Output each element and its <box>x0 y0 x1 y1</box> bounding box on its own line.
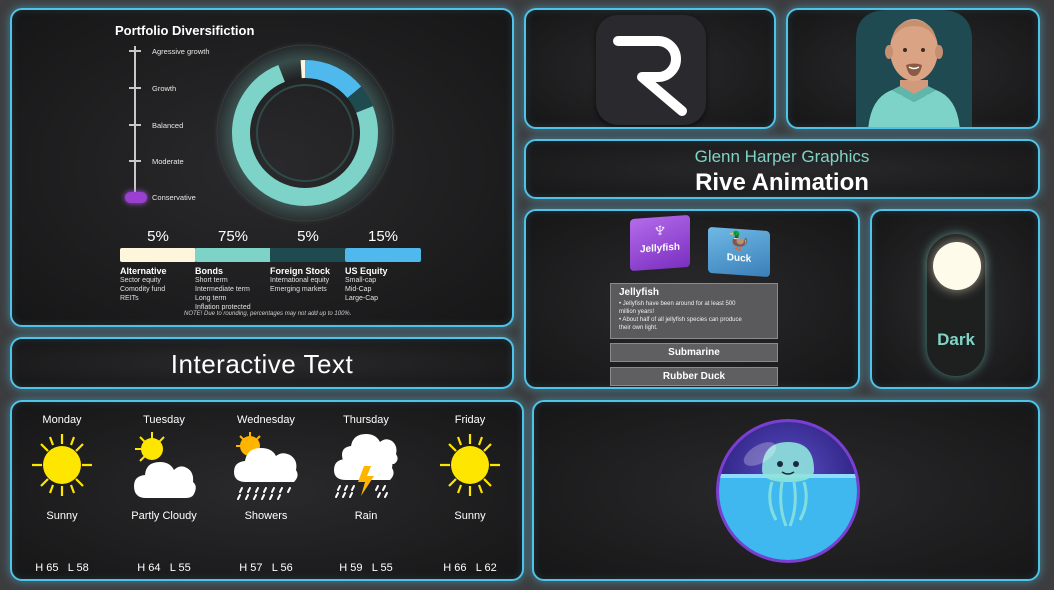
jellyfish-bubble-panel <box>532 400 1040 581</box>
level-label-balanced[interactable]: Balanced <box>152 121 183 130</box>
day-low: L 62 <box>475 562 497 574</box>
slider-tick <box>129 160 141 162</box>
alloc-percent: 5% <box>147 228 169 245</box>
alloc-item: Long term <box>195 295 227 302</box>
day-high-low: H 59 L 55 <box>318 562 414 574</box>
alloc-percent: 15% <box>367 228 399 245</box>
alloc-item: Emerging markets <box>270 286 327 293</box>
info-fact: • Jellyfish have been around for at leas… <box>619 301 736 307</box>
jellyfish-info-panel: ♆ Jellyfish 🦆 Duck Jellyfish • Jellyfish… <box>524 209 860 389</box>
avatar[interactable] <box>788 10 1040 129</box>
alloc-color-bar <box>270 248 346 262</box>
alloc-item: REITs <box>120 295 139 302</box>
day-high: H 59 <box>339 562 363 574</box>
day-low: L 55 <box>371 562 393 574</box>
interactive-text-panel: Interactive Text <box>10 337 514 389</box>
slider-tick <box>129 124 141 126</box>
info-card-title: Jellyfish <box>619 287 660 298</box>
info-fact: million years! <box>619 309 655 315</box>
partly-cloudy-icon <box>134 432 196 498</box>
toggle-knob[interactable] <box>933 242 981 290</box>
day-high-low: H 64 L 55 <box>116 562 212 574</box>
submarine-button[interactable]: Submarine <box>610 343 778 362</box>
rive-logo-icon <box>596 15 706 125</box>
day-name: Friday <box>454 414 486 426</box>
info-card: Jellyfish • Jellyfish have been around f… <box>610 283 778 339</box>
level-label-aggressive[interactable]: Agressive growth <box>152 47 210 56</box>
info-fact: their own light. <box>619 325 658 331</box>
slider-tick <box>129 50 141 52</box>
alloc-color-bar <box>195 248 271 262</box>
avatar-panel <box>786 8 1040 129</box>
level-label-moderate[interactable]: Moderate <box>152 157 184 166</box>
duck-folder[interactable]: 🦆 Duck <box>708 226 770 278</box>
sun-icon <box>32 434 92 496</box>
alloc-item: Short term <box>195 277 228 284</box>
thunder-rain-icon <box>334 434 398 498</box>
day-condition: Sunny <box>46 510 78 522</box>
day-condition: Partly Cloudy <box>131 510 197 522</box>
level-label-growth[interactable]: Growth <box>152 84 176 93</box>
day-high: H 65 <box>35 562 59 574</box>
day-low: L 55 <box>169 562 191 574</box>
alloc-item: Sector equity <box>120 277 161 284</box>
allocation-bonds: 75% Bonds Short term Intermediate term L… <box>195 228 271 312</box>
day-high: H 57 <box>239 562 263 574</box>
rounding-note: NOTE! Due to rounding, percentages may n… <box>184 311 352 317</box>
rive-logo-panel <box>524 8 776 129</box>
dark-mode-toggle[interactable]: Dark <box>926 233 986 377</box>
title-panel: Glenn Harper Graphics Rive Animation <box>524 139 1040 199</box>
day-low: L 56 <box>271 562 293 574</box>
level-label-conservative[interactable]: Conservative <box>152 193 196 202</box>
day-high-low: H 65 L 58 <box>14 562 110 574</box>
allocation-us-equity: 15% US Equity Small-cap Mid-Cap Large-Ca… <box>345 228 421 303</box>
day-name: Wednesday <box>237 414 295 426</box>
alloc-item: Intermediate term <box>195 286 250 293</box>
alloc-name: Alternative <box>120 266 167 276</box>
page-title: Rive Animation <box>695 169 869 196</box>
allocation-donut <box>210 38 400 228</box>
day-high: H 66 <box>443 562 467 574</box>
day-condition: Sunny <box>454 510 486 522</box>
alloc-item: Large-Cap <box>345 295 379 302</box>
info-fact: • About half of all jellyfish species ca… <box>619 317 742 323</box>
day-name: Tuesday <box>143 414 185 426</box>
jellyfish-bubble[interactable] <box>534 402 1040 581</box>
day-condition: Showers <box>244 510 288 522</box>
alloc-color-bar <box>120 248 196 262</box>
day-condition: Rain <box>354 510 378 522</box>
alloc-name: US Equity <box>345 266 388 276</box>
rubber-duck-button[interactable]: Rubber Duck <box>610 367 778 386</box>
sun-icon <box>440 434 500 496</box>
day-high-low: H 57 L 56 <box>218 562 314 574</box>
alloc-item: Mid-Cap <box>345 286 372 293</box>
toggle-label: Dark <box>937 330 975 349</box>
interactive-text[interactable]: Interactive Text <box>12 349 512 380</box>
alloc-name: Bonds <box>195 266 223 276</box>
day-name: Thursday <box>343 414 389 426</box>
alloc-item: International equity <box>270 277 330 284</box>
weather-forecast-panel: Monday Sunny H 65 L 58 Tuesday Partly Cl… <box>10 400 524 581</box>
day-high: H 64 <box>137 562 161 574</box>
slider-tick <box>129 87 141 89</box>
theme-toggle-panel: Dark <box>870 209 1040 389</box>
day-high-low: H 66 L 62 <box>422 562 518 574</box>
portfolio-title: Portfolio Diversifiction <box>115 23 255 38</box>
risk-slider-track[interactable] <box>134 46 136 200</box>
alloc-color-bar <box>345 248 421 262</box>
alloc-item: Comodity fund <box>120 286 166 293</box>
allocation-foreign-stock: 5% Foreign Stock International equity Em… <box>270 228 346 294</box>
alloc-item: Small-cap <box>345 277 377 284</box>
alloc-name: Foreign Stock <box>270 266 331 276</box>
day-name: Monday <box>42 414 82 426</box>
day-low: L 58 <box>67 562 89 574</box>
risk-slider-knob[interactable] <box>125 192 147 203</box>
alloc-percent: 75% <box>217 228 249 245</box>
jellyfish-folder[interactable]: ♆ Jellyfish <box>630 214 690 272</box>
portfolio-panel: Portfolio Diversifiction Agressive growt… <box>10 8 514 327</box>
studio-name: Glenn Harper Graphics <box>694 147 870 166</box>
showers-icon <box>234 432 298 500</box>
allocation-alternative: 5% Alternative Sector equity Comodity fu… <box>120 228 196 303</box>
alloc-percent: 5% <box>297 228 319 245</box>
